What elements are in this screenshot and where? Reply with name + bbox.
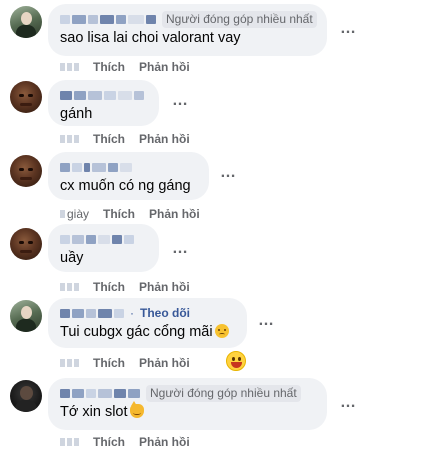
cat-emoji (129, 401, 144, 418)
comment-bubble: Người đóng góp nhiều nhất Tớ xin slot (48, 378, 327, 430)
more-options-icon[interactable]: … (172, 93, 189, 109)
separator-dot: · (130, 306, 134, 320)
reply-button[interactable]: Phản hồi (139, 435, 190, 449)
comment-actions: Thích Phản hồi (60, 279, 190, 295)
reply-button[interactable]: Phản hồi (149, 207, 200, 221)
avatar[interactable] (10, 380, 42, 412)
author-name[interactable] (60, 388, 140, 398)
more-options-icon[interactable]: … (258, 313, 275, 329)
author-name[interactable] (60, 162, 132, 172)
follow-button[interactable]: Theo dõi (140, 306, 190, 320)
comment-text: sao lisa lai choi valorant vay (60, 30, 241, 46)
more-options-icon[interactable]: … (340, 21, 357, 37)
author-name[interactable] (60, 90, 144, 100)
avatar[interactable] (10, 155, 42, 187)
more-options-icon[interactable]: … (172, 241, 189, 257)
comment-bubble: · Theo dõi Tui cubgx gác cổng mãi (48, 298, 247, 348)
avatar[interactable] (10, 228, 42, 260)
reply-button[interactable]: Phản hồi (139, 356, 190, 370)
comment-text: gánh (60, 106, 93, 122)
comment-text: cx muốn có ng gáng (60, 178, 191, 194)
author-name[interactable] (60, 308, 124, 318)
comment-actions: Thích Phản hồi (60, 59, 190, 75)
timestamp[interactable] (60, 63, 79, 71)
reply-button[interactable]: Phản hồi (139, 60, 190, 74)
reply-button[interactable]: Phản hồi (139, 280, 190, 294)
top-contributor-badge: Người đóng góp nhiều nhất (146, 384, 301, 402)
timestamp[interactable] (60, 135, 79, 143)
comment-actions: Thích Phản hồi (60, 131, 190, 147)
comment-bubble: Người đóng góp nhiều nhất sao lisa lai c… (48, 4, 327, 56)
like-button[interactable]: Thích (93, 60, 125, 74)
more-options-icon[interactable]: … (220, 165, 237, 181)
top-contributor-badge: Người đóng góp nhiều nhất (162, 10, 317, 28)
avatar[interactable] (10, 81, 42, 113)
like-button[interactable]: Thích (103, 207, 135, 221)
comment-actions: Thích Phản hồi (60, 434, 190, 450)
comment-actions: Thích Phản hồi (60, 355, 190, 371)
timestamp[interactable] (60, 283, 79, 291)
like-button[interactable]: Thích (93, 356, 125, 370)
timestamp[interactable]: giày (60, 207, 89, 221)
sweat-smile-emoji (214, 324, 229, 338)
timestamp[interactable] (60, 359, 79, 367)
comment-text: uầy (60, 250, 84, 266)
timestamp[interactable] (60, 438, 79, 446)
comment-bubble: uầy (48, 224, 159, 272)
author-name[interactable] (60, 234, 134, 244)
comment-bubble: gánh (48, 80, 159, 126)
more-options-icon[interactable]: … (340, 395, 357, 411)
avatar[interactable] (10, 6, 42, 38)
comment-actions: giày Thích Phản hồi (60, 206, 200, 222)
like-button[interactable]: Thích (93, 435, 125, 449)
like-button[interactable]: Thích (93, 132, 125, 146)
reply-button[interactable]: Phản hồi (139, 132, 190, 146)
author-name[interactable] (60, 14, 156, 24)
comment-text: Tớ xin slot (60, 401, 315, 422)
like-button[interactable]: Thích (93, 280, 125, 294)
comment-bubble: cx muốn có ng gáng (48, 152, 209, 200)
avatar[interactable] (10, 300, 42, 332)
comment-text: Tui cubgx gác cổng mãi (60, 323, 235, 342)
laughing-emoji[interactable] (226, 351, 246, 371)
